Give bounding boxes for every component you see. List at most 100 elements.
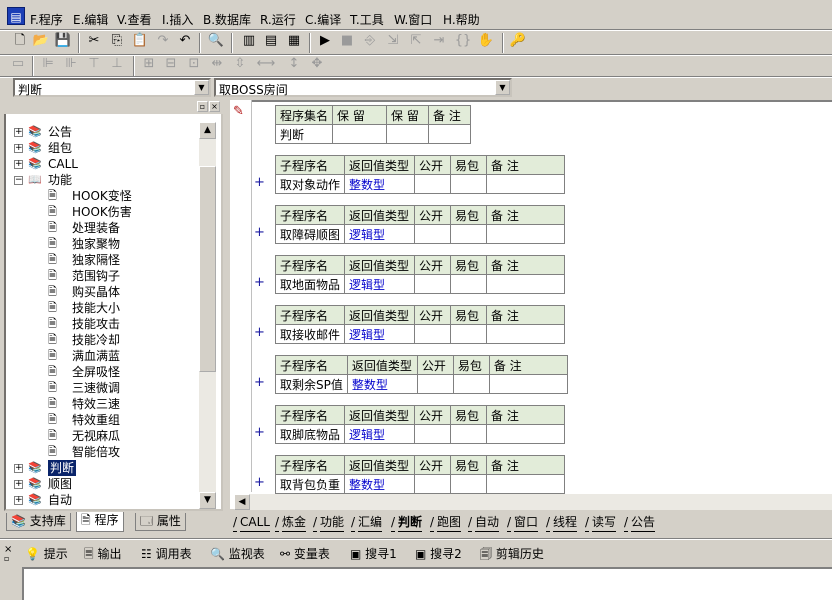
expand-subroutine-icon[interactable]: + (254, 325, 265, 340)
space-vertical-icon[interactable]: ⇳ (230, 54, 250, 74)
close-icon[interactable]: × (209, 101, 220, 112)
subroutine-cell[interactable] (414, 474, 452, 494)
tree-group-组包[interactable]: + 📚 组包 (6, 140, 201, 156)
align-left-icon[interactable]: ⊫ (38, 54, 58, 74)
menu-program[interactable]: F.程序 (30, 11, 63, 28)
subroutine-name[interactable]: 取障碍顺图 (274, 224, 346, 244)
expand-icon[interactable]: + (14, 160, 23, 169)
return-type[interactable]: 逻辑型 (344, 274, 416, 294)
expand-subroutine-icon[interactable]: + (254, 175, 265, 190)
menu-help[interactable]: H.帮助 (443, 11, 480, 28)
tree-group-自动[interactable]: + 📚 自动 (6, 492, 201, 508)
open-folder-icon[interactable]: 📂 (31, 31, 51, 51)
tree-group-功能[interactable]: − 📖 功能 (6, 172, 201, 188)
editor-tab[interactable]: 自动 (475, 514, 500, 532)
tree-leaf[interactable]: 🗎 处理装备 (6, 220, 201, 236)
subroutine-cell[interactable] (486, 224, 566, 244)
tree-leaf[interactable]: 🗎 技能冷却 (6, 332, 201, 348)
tree-leaf[interactable]: 🗎 HOOK伤害 (6, 204, 201, 220)
center-v-icon[interactable]: ↕ (284, 54, 304, 74)
expand-subroutine-icon[interactable]: + (254, 225, 265, 240)
subroutine-cell[interactable] (416, 374, 454, 394)
tab-properties[interactable]: 🗔 属性 (135, 513, 186, 531)
expand-icon[interactable]: + (14, 464, 23, 473)
subroutine-cell[interactable] (414, 424, 452, 444)
subroutine-cell[interactable] (488, 374, 568, 394)
copy-icon[interactable]: ⎘ (107, 31, 127, 51)
tree-leaf[interactable]: 🗎 特效重组 (6, 412, 201, 428)
subroutine-cell[interactable] (452, 374, 490, 394)
subroutine-cell[interactable] (414, 324, 452, 344)
align-top-icon[interactable]: ⊤ (84, 54, 104, 74)
pin-icon[interactable]: ▫ (197, 101, 208, 112)
subroutine-cell[interactable] (414, 174, 452, 194)
subroutine-name[interactable]: 取地面物品 (274, 274, 346, 294)
return-type[interactable]: 逻辑型 (344, 424, 416, 444)
tree-group-公告[interactable]: + 📚 公告 (6, 124, 201, 140)
output-content[interactable] (22, 567, 832, 600)
menu-insert[interactable]: I.插入 (162, 11, 193, 28)
hand-icon[interactable]: ✋ (476, 31, 496, 51)
step-over-icon[interactable]: ⇲ (383, 31, 403, 51)
tree-leaf[interactable]: 🗎 HOOK变怪 (6, 188, 201, 204)
menu-view[interactable]: V.查看 (117, 11, 151, 28)
expand-icon[interactable]: + (14, 480, 23, 489)
step-out-icon[interactable]: ⇱ (406, 31, 426, 51)
expand-icon[interactable]: + (14, 144, 23, 153)
menu-run[interactable]: R.运行 (260, 11, 296, 28)
subroutine-name[interactable]: 取接收邮件 (274, 324, 346, 344)
tree-leaf[interactable]: 🗎 技能攻击 (6, 316, 201, 332)
menu-edit[interactable]: E.编辑 (73, 11, 108, 28)
assembly-select[interactable]: 判断 ▼ (13, 78, 211, 97)
subroutine-select[interactable]: 取BOSS房间 ▼ (214, 78, 512, 97)
menu-tools[interactable]: T.工具 (350, 11, 384, 28)
tree-group-call[interactable]: + 📚 CALL (6, 156, 201, 172)
tab-call-table[interactable]: ☷ 调用表 (141, 545, 192, 562)
subroutine-name[interactable]: 取对象动作 (274, 174, 346, 194)
expand-subroutine-icon[interactable]: + (254, 425, 265, 440)
space-horizontal-icon[interactable]: ⇹ (207, 54, 227, 74)
tree-scrollbar[interactable]: ▲ ▼ (199, 122, 216, 509)
editor-tab[interactable]: 读写 (592, 514, 617, 532)
subroutine-cell[interactable] (486, 474, 566, 494)
debug-icon[interactable]: 🔑 (508, 31, 528, 51)
new-file-icon[interactable]: 🗋 (10, 31, 30, 51)
break-icon[interactable]: {} (453, 31, 473, 51)
editor-tab[interactable]: 公告 (631, 514, 656, 532)
tree-leaf[interactable]: 🗎 技能大小 (6, 300, 201, 316)
subroutine-cell[interactable] (486, 324, 566, 344)
run-icon[interactable]: ▶ (315, 31, 335, 51)
return-type[interactable]: 逻辑型 (344, 224, 416, 244)
tree-leaf[interactable]: 🗎 独家聚物 (6, 236, 201, 252)
expand-subroutine-icon[interactable]: + (254, 275, 265, 290)
assembly-cell[interactable] (428, 124, 472, 144)
expand-icon[interactable]: + (14, 496, 23, 505)
save-icon[interactable]: 💾 (53, 31, 73, 51)
assembly-cell[interactable] (332, 124, 388, 144)
return-type[interactable]: 整数型 (344, 474, 416, 494)
subroutine-name[interactable]: 取剩余SP值 (275, 374, 348, 394)
layout2-icon[interactable]: ▤ (261, 31, 281, 51)
same-height-icon[interactable]: ⊟ (161, 54, 181, 74)
app-logo-icon[interactable]: ▤ (7, 7, 25, 25)
tab-output[interactable]: 🗏 输出 (84, 545, 122, 566)
editor-tab[interactable]: 跑图 (437, 514, 462, 532)
scroll-thumb[interactable] (199, 166, 216, 372)
editor-horizontal-scrollbar[interactable]: ◀ (234, 494, 832, 510)
tab-clip-history[interactable]: 🗐 剪辑历史 (480, 545, 544, 566)
subroutine-cell[interactable] (450, 274, 488, 294)
scroll-up-icon[interactable]: ▲ (199, 122, 216, 139)
editor-tab[interactable]: 功能 (320, 514, 345, 532)
tree-leaf[interactable]: 🗎 全屏吸怪 (6, 364, 201, 380)
expand-icon[interactable]: + (14, 128, 23, 137)
align-center-icon[interactable]: ⊪ (61, 54, 81, 74)
same-width-icon[interactable]: ⊞ (139, 54, 159, 74)
tree-leaf[interactable]: 🗎 智能倍攻 (6, 444, 201, 460)
tree-leaf[interactable]: 🗎 购买晶体 (6, 284, 201, 300)
menu-database[interactable]: B.数据库 (203, 11, 251, 28)
subroutine-cell[interactable] (486, 174, 566, 194)
tab-watch[interactable]: 🔍 监视表 (210, 545, 265, 562)
scroll-left-icon[interactable]: ◀ (234, 494, 250, 510)
editor-tab[interactable]: 窗口 (514, 514, 539, 532)
editor-tab[interactable]: 线程 (553, 514, 578, 532)
